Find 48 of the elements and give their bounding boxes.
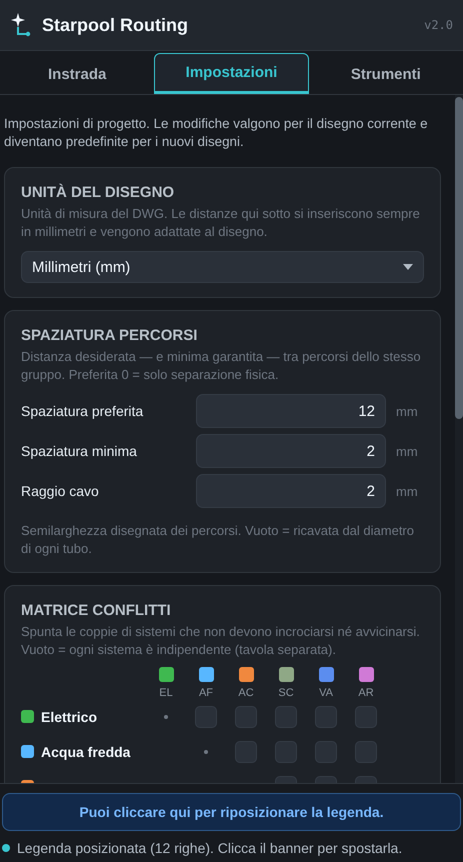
tab[interactable]: Instrada <box>0 53 154 94</box>
number-input[interactable]: 2 <box>196 474 386 508</box>
system-name: Acqua fredda <box>41 744 130 760</box>
version-label: v2.0 <box>424 18 453 32</box>
tab[interactable]: Impostazioni <box>154 53 309 94</box>
field-label: Spaziatura preferita <box>21 403 144 419</box>
checkbox[interactable] <box>235 740 257 762</box>
help-text: Unità di misura del DWG. Le distanze qui sotto si inseriscono sempre in millimetri e vengono adattate al disegno. <box>21 205 421 241</box>
system-code: AF <box>198 687 214 699</box>
section-title: UNITÀ DEL DISEGNO <box>21 184 176 201</box>
system-code: SC <box>278 687 294 699</box>
checkbox[interactable] <box>195 706 217 728</box>
checkbox[interactable] <box>315 740 337 762</box>
status-text: Legenda posizionata (12 righe). Clicca il banner per spostarla. <box>17 840 402 856</box>
app-title: Starpool Routing <box>42 14 189 36</box>
system-code: AC <box>238 687 254 699</box>
checkbox[interactable] <box>275 706 297 728</box>
checkbox[interactable] <box>235 706 257 728</box>
field-label: Spaziatura minima <box>21 443 138 459</box>
status-dot <box>2 844 10 852</box>
system-code: EL <box>159 687 173 699</box>
system-name: Elettrico <box>41 708 98 724</box>
unit-label: mm <box>396 444 419 458</box>
number-input[interactable]: 12 <box>196 394 386 428</box>
scrollbar[interactable] <box>455 95 463 783</box>
help-text: Spunta le coppie di sistemi che non devono incrociarsi né avvicinarsi. Vuoto = ogni sistema è indipendente (tavola separata). <box>21 623 421 659</box>
help-text: Semilarghezza disegnata dei percorsi. Vuoto = ricavata dal diametro di ogni tubo. <box>21 522 415 558</box>
section-title: SPAZIATURA PERCORSI <box>21 327 198 344</box>
checkbox[interactable] <box>315 706 337 728</box>
intro-text: Impostazioni di progetto. Le modifiche valgono per il disegno corrente e diventano predefinite per i nuovi disegni. <box>4 115 429 151</box>
diagonal-dot <box>164 714 168 718</box>
caret-icon <box>403 264 413 270</box>
system-code: VA <box>319 687 333 699</box>
checkbox[interactable] <box>355 740 377 762</box>
units-dropdown[interactable]: Millimetri (mm) <box>21 251 424 283</box>
unit-label: mm <box>396 484 419 498</box>
tab[interactable]: Strumenti <box>308 53 463 94</box>
system-code: AR <box>358 687 374 699</box>
unit-label: mm <box>396 404 419 418</box>
diagonal-dot <box>204 750 208 754</box>
section-title: MATRICE CONFLITTI <box>21 602 172 619</box>
field-label: Raggio cavo <box>21 483 100 499</box>
checkbox[interactable] <box>355 706 377 728</box>
number-input[interactable]: 2 <box>196 434 386 468</box>
sparkle-logo-icon <box>10 12 32 38</box>
checkbox[interactable] <box>275 740 297 762</box>
legend-banner[interactable]: Puoi cliccare qui per riposizionare la legenda. <box>2 793 461 831</box>
help-text: Distanza desiderata — e minima garantita — tra percorsi dello stesso gruppo. Preferita 0 = solo separazione fisica. <box>21 348 422 384</box>
